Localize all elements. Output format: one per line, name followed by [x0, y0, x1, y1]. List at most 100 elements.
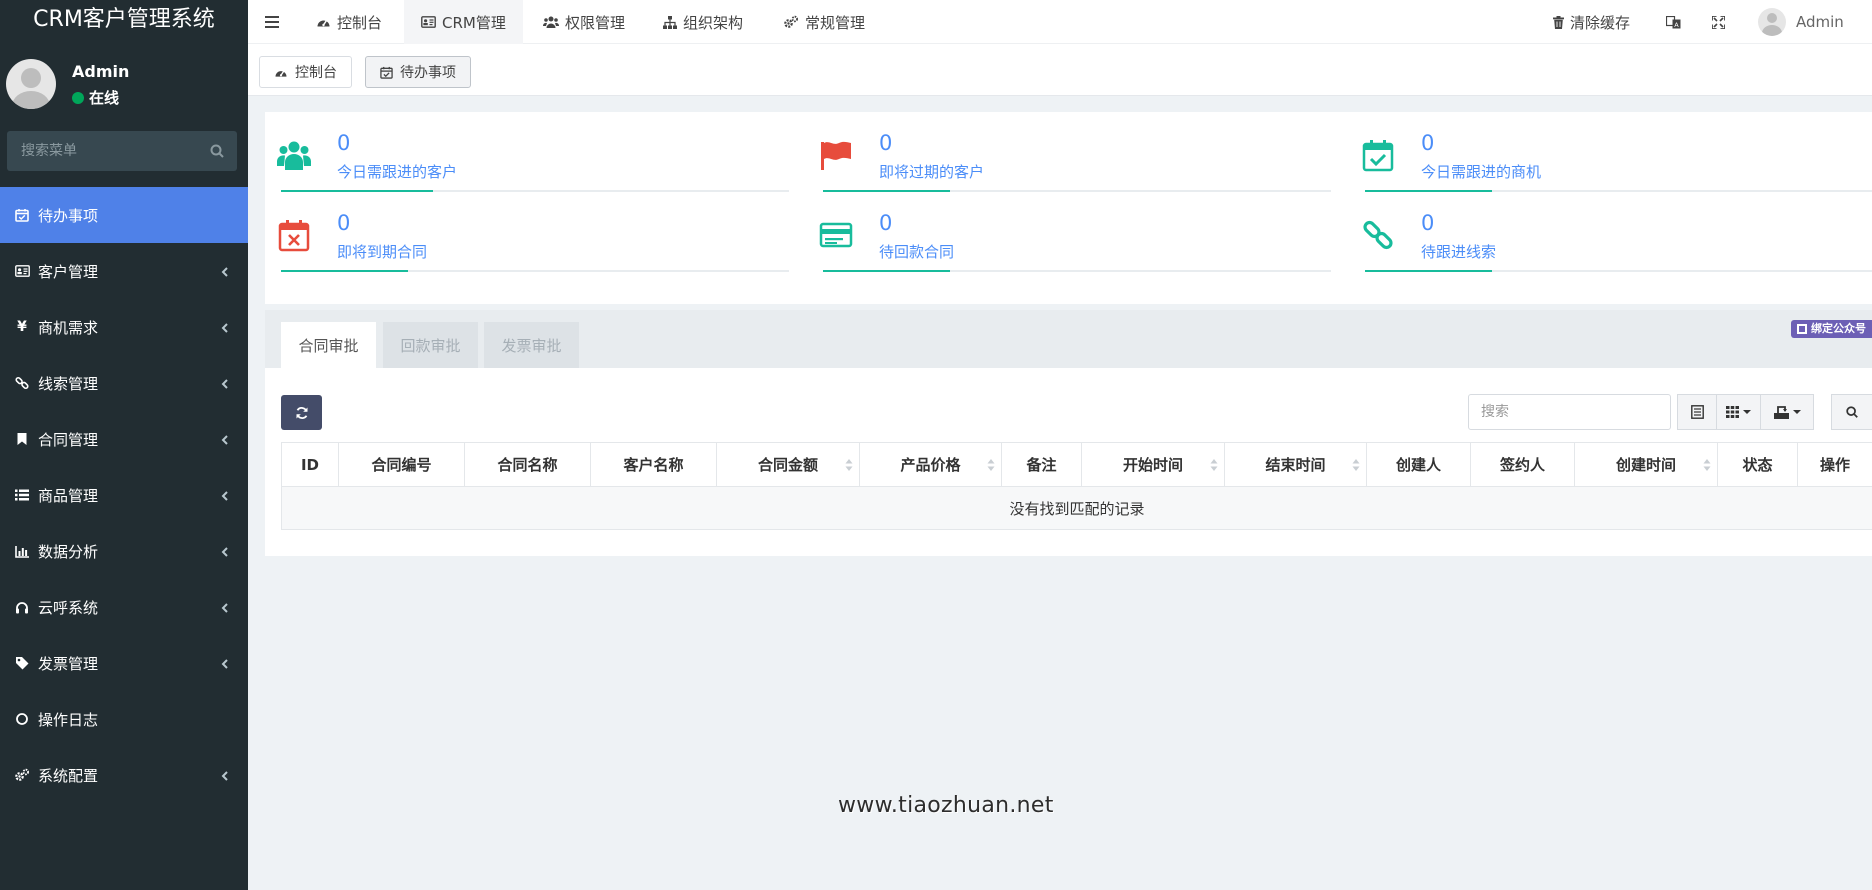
col-contract-name[interactable]: 合同名称: [464, 442, 591, 487]
sidebar-item-opportunities[interactable]: ¥ 商机需求: [0, 299, 248, 355]
col-end-time[interactable]: 结束时间: [1224, 442, 1367, 487]
col-remark[interactable]: 备注: [1001, 442, 1082, 487]
stat-followup-opportunities[interactable]: 0 今日需跟进的商机: [1349, 118, 1872, 194]
toggle-view-button[interactable]: [1677, 394, 1717, 430]
page-tab-dashboard[interactable]: 控制台: [259, 56, 352, 88]
link-icon: [1363, 220, 1393, 250]
users-icon: [277, 141, 311, 170]
credit-card-icon: [819, 222, 853, 248]
col-contract-amount[interactable]: 合同金额: [716, 442, 860, 487]
columns-button[interactable]: [1716, 394, 1761, 430]
sidebar-item-logs[interactable]: 操作日志: [0, 691, 248, 747]
topbar: 控制台 CRM管理 权限管理 组织架构 常规管理 清除缓存 A Admin: [248, 0, 1872, 44]
stat-value: 0: [337, 211, 351, 235]
advanced-search-button[interactable]: [1831, 394, 1872, 430]
sidebar-item-analytics[interactable]: 数据分析: [0, 523, 248, 579]
svg-text:A: A: [1674, 21, 1679, 29]
sidebar-item-cloud-call[interactable]: 云呼系统: [0, 579, 248, 635]
sidebar-item-products[interactable]: 商品管理: [0, 467, 248, 523]
cogs-icon: [784, 15, 798, 28]
stat-value: 0: [879, 131, 893, 155]
col-created-time[interactable]: 创建时间: [1574, 442, 1718, 487]
refresh-button[interactable]: [281, 395, 322, 430]
topnav-label: 常规管理: [805, 13, 866, 32]
cogs-icon: [14, 767, 30, 783]
sidebar-item-leads[interactable]: 线索管理: [0, 355, 248, 411]
bind-wechat-badge[interactable]: 绑定公众号: [1791, 320, 1872, 338]
user-menu[interactable]: Admin: [1758, 0, 1844, 44]
sidebar-item-contracts[interactable]: 合同管理: [0, 411, 248, 467]
stat-expiring-contracts[interactable]: 0 即将到期合同: [265, 198, 789, 274]
stat-followup-customers[interactable]: 0 今日需跟进的客户: [265, 118, 789, 194]
col-product-price[interactable]: 产品价格: [859, 442, 1002, 487]
table-search-input[interactable]: [1468, 394, 1671, 430]
sort-icon: [1210, 459, 1218, 471]
col-actions[interactable]: 操作: [1797, 442, 1872, 487]
avatar: [1758, 8, 1786, 36]
topnav-organization[interactable]: 组织架构: [663, 0, 743, 44]
stat-pending-payment[interactable]: 0 待回款合同: [807, 198, 1331, 274]
online-dot-icon: [72, 91, 84, 104]
sidebar-item-todo[interactable]: 待办事项: [0, 187, 248, 243]
stat-label: 待跟进线索: [1421, 243, 1497, 261]
export-button[interactable]: [1760, 394, 1814, 430]
topnav-dashboard[interactable]: 控制台: [316, 0, 382, 44]
chevron-left-icon: [221, 659, 228, 669]
stat-pending-leads[interactable]: 0 待跟进线索: [1349, 198, 1872, 274]
sidebar-item-invoices[interactable]: 发票管理: [0, 635, 248, 691]
clear-cache-button[interactable]: 清除缓存: [1553, 0, 1630, 44]
tab-payment-approval[interactable]: 回款审批: [383, 322, 478, 368]
col-customer-name[interactable]: 客户名称: [590, 442, 717, 487]
progress-bar: [1365, 270, 1492, 272]
chevron-left-icon: [221, 547, 228, 557]
col-signer[interactable]: 签约人: [1470, 442, 1575, 487]
calendar-check-icon: [380, 66, 393, 79]
qrcode-icon: [1797, 324, 1807, 334]
stat-expiring-customers[interactable]: 0 即将过期的客户: [807, 118, 1331, 194]
sidebar-item-customers[interactable]: 客户管理: [0, 243, 248, 299]
clear-cache-label: 清除缓存: [1570, 13, 1631, 32]
calendar-check-icon: [1362, 140, 1394, 172]
menu-toggle-button[interactable]: [265, 0, 285, 44]
stat-label: 今日需跟进的客户: [337, 163, 458, 181]
refresh-icon: [296, 406, 307, 419]
sidebar-item-label: 待办事项: [38, 206, 99, 225]
chevron-left-icon: [221, 379, 228, 389]
chevron-left-icon: [221, 267, 228, 277]
col-creator[interactable]: 创建人: [1366, 442, 1471, 487]
sidebar-search-input[interactable]: [7, 131, 237, 171]
col-contract-no[interactable]: 合同编号: [338, 442, 465, 487]
language-button[interactable]: A: [1666, 0, 1681, 44]
topnav-permissions[interactable]: 权限管理: [543, 0, 625, 44]
calendar-check-icon: [14, 207, 30, 223]
tab-invoice-approval[interactable]: 发票审批: [484, 322, 579, 368]
topnav-crm[interactable]: CRM管理: [404, 0, 523, 44]
page-tab-label: 待办事项: [400, 65, 456, 81]
col-label: 结束时间: [1265, 456, 1326, 474]
sidebar-item-label: 云呼系统: [38, 598, 99, 617]
headset-icon: [14, 599, 30, 615]
page-tab-todo[interactable]: 待办事项: [365, 56, 471, 88]
chevron-left-icon: [221, 603, 228, 613]
sidebar-item-settings[interactable]: 系统配置: [0, 747, 248, 803]
app-title[interactable]: CRM客户管理系统: [0, 0, 248, 42]
topnav-general[interactable]: 常规管理: [783, 0, 865, 44]
progress-track: [1365, 190, 1872, 192]
col-id[interactable]: ID: [281, 442, 339, 487]
user-name: Admin: [72, 62, 130, 81]
tab-contract-approval[interactable]: 合同审批: [281, 322, 376, 368]
col-start-time[interactable]: 开始时间: [1081, 442, 1225, 487]
col-status[interactable]: 状态: [1717, 442, 1798, 487]
stat-label: 即将到期合同: [337, 243, 428, 261]
fullscreen-button[interactable]: [1712, 0, 1725, 44]
yen-icon: ¥: [17, 319, 27, 335]
chevron-left-icon: [221, 435, 228, 445]
sidebar-item-label: 系统配置: [38, 766, 99, 785]
topnav-label: 权限管理: [565, 13, 626, 32]
flag-icon: [821, 141, 851, 170]
stat-label: 待回款合同: [879, 243, 955, 261]
stat-value: 0: [1421, 131, 1435, 155]
search-icon[interactable]: [209, 143, 225, 159]
search-icon: [1846, 406, 1858, 418]
progress-bar: [281, 190, 434, 192]
